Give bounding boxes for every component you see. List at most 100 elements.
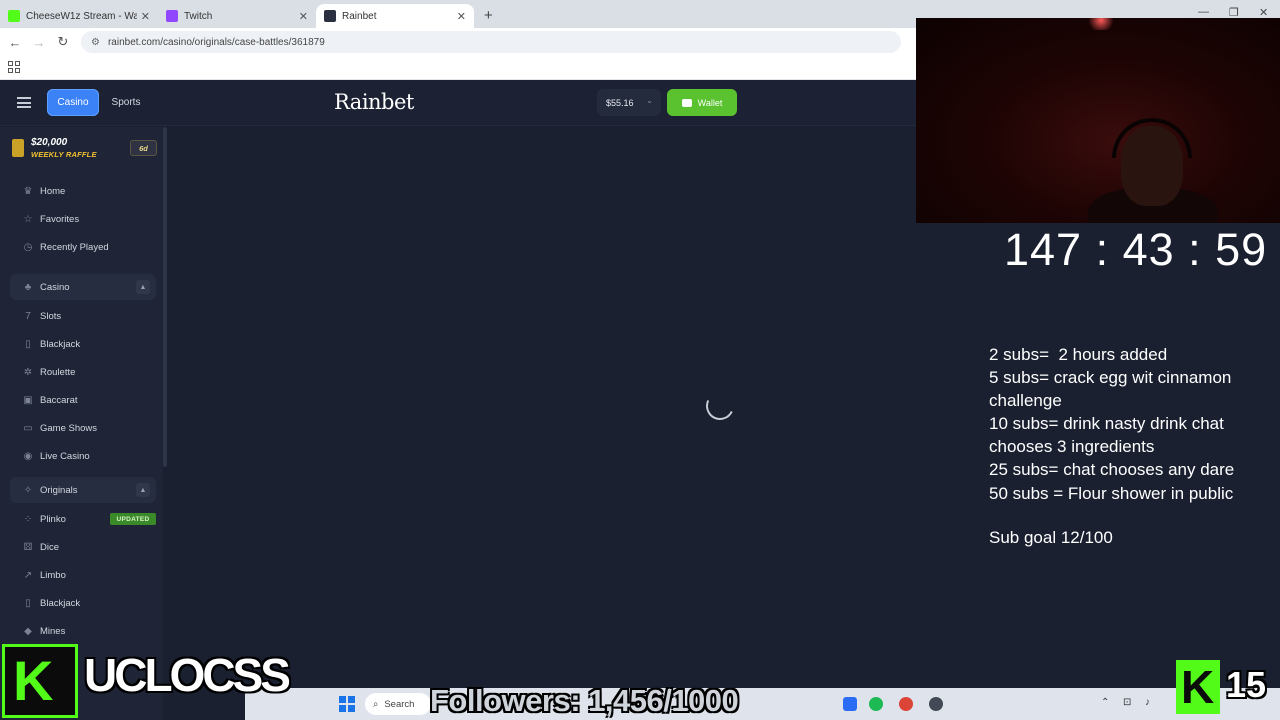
sidebar-item-dice[interactable]: ⚄ Dice <box>10 534 156 560</box>
taskbar-search-label: Search <box>384 698 415 710</box>
browser-tab-twitch[interactable]: Twitch ✕ <box>158 4 316 28</box>
wallet-label: Wallet <box>697 97 723 108</box>
tray-chevron-icon[interactable]: ⌃ <box>1101 697 1109 708</box>
updated-badge: UPDATED <box>110 513 156 525</box>
raffle-label: WEEKLY RAFFLE <box>31 150 97 159</box>
roulette-icon: ✲ <box>23 366 33 378</box>
mines-icon: ◆ <box>24 625 32 637</box>
chevron-up-icon[interactable]: ▲ <box>136 280 150 294</box>
webcam-feed <box>916 18 1280 223</box>
sidebar-item-roulette[interactable]: ✲ Roulette <box>10 359 156 385</box>
reload-icon[interactable]: ↻ <box>51 34 75 50</box>
raffle-days-left: 6d <box>130 140 157 156</box>
dice-icon: ⚄ <box>23 541 33 553</box>
rainbet-favicon <box>324 10 336 22</box>
sidebar-item-blackjack-original[interactable]: ▯ Blackjack <box>10 590 156 616</box>
baccarat-icon: ▣ <box>23 394 33 406</box>
sidebar-item-label: Plinko <box>40 513 66 525</box>
browser-tab-kick[interactable]: CheeseW1z Stream - Watch Liv ✕ <box>0 4 158 28</box>
originals-icon: ✧ <box>23 484 33 496</box>
sidebar-group-originals[interactable]: ✧ Originals ▲ <box>10 477 156 503</box>
sidebar-item-plinko[interactable]: ⁘ Plinko UPDATED <box>10 506 156 532</box>
app-icon[interactable] <box>929 697 943 711</box>
kick-viewer-count: 15 <box>1226 664 1267 705</box>
tab-title: Twitch <box>184 10 213 22</box>
minimize-icon[interactable]: — <box>1198 6 1209 18</box>
windows-taskbar: ⌕ Search ⌃ ⊡ ♪ <box>245 688 1280 720</box>
ticket-icon <box>12 139 24 157</box>
main-content <box>167 127 916 720</box>
sidebar-item-limbo[interactable]: ↗ Limbo <box>10 562 156 588</box>
close-icon[interactable]: ✕ <box>299 10 308 23</box>
back-icon[interactable]: ← <box>3 35 27 50</box>
url-text: rainbet.com/casino/originals/case-battle… <box>107 36 325 48</box>
sidebar-item-label: Live Casino <box>40 450 90 462</box>
live-icon: ◉ <box>23 450 33 462</box>
taskbar-search[interactable]: ⌕ Search <box>365 693 431 715</box>
apps-grid-icon[interactable] <box>8 61 20 73</box>
kick-logo-small: K <box>1176 660 1220 714</box>
sidebar-item-home[interactable]: ♛ Home <box>10 178 156 204</box>
menu-icon[interactable] <box>17 97 31 108</box>
wallet-button[interactable]: Wallet <box>667 89 737 116</box>
wallet-icon <box>681 98 692 107</box>
kick-k-icon: K <box>13 649 54 712</box>
sidebar-item-game-shows[interactable]: ▭ Game Shows <box>10 415 156 441</box>
limbo-icon: ↗ <box>23 569 33 581</box>
sidebar-item-label: Home <box>40 185 66 197</box>
close-icon[interactable]: ✕ <box>141 10 150 23</box>
browser-tab-rainbet[interactable]: Rainbet ✕ <box>316 4 474 28</box>
cards-icon: ▯ <box>25 597 31 609</box>
chevron-up-icon[interactable]: ▲ <box>136 483 150 497</box>
twitch-favicon <box>166 10 178 22</box>
star-icon: ☆ <box>23 213 33 225</box>
streamer-name: UCLOCSS <box>84 649 291 701</box>
spotify-icon[interactable] <box>869 697 883 711</box>
sidebar-item-recently-played[interactable]: ◷ Recently Played <box>10 234 156 260</box>
sidebar-item-label: Limbo <box>40 569 66 581</box>
rainbet-logo[interactable]: Rainbet <box>334 90 414 114</box>
sidebar-item-live-casino[interactable]: ◉ Live Casino <box>10 443 156 469</box>
tray-app-icon[interactable]: ⊡ <box>1123 697 1131 708</box>
tab-casino[interactable]: Casino <box>47 89 99 116</box>
tab-title: Rainbet <box>342 10 377 22</box>
chrome-icon[interactable] <box>899 697 913 711</box>
history-icon: ◷ <box>23 241 33 253</box>
sidebar-item-label: Roulette <box>40 366 76 378</box>
weekly-raffle-banner[interactable]: $20,000 WEEKLY RAFFLE 6d <box>12 137 157 161</box>
balance-selector[interactable]: $55.16 ⌄ <box>597 89 661 116</box>
sidebar-item-mines[interactable]: ◆ Mines <box>10 618 156 644</box>
close-icon[interactable]: ✕ <box>457 10 466 23</box>
sidebar-item-slots[interactable]: 7 Slots <box>10 303 156 329</box>
raffle-amount: $20,000 <box>31 137 68 148</box>
url-input[interactable]: ⚙ rainbet.com/casino/originals/case-batt… <box>81 31 901 53</box>
tv-icon: ▭ <box>23 422 33 434</box>
sidebar-item-label: Mines <box>40 625 66 637</box>
kick-logo: K <box>2 644 78 718</box>
kick-favicon <box>8 10 20 22</box>
sub-goal-counter: Sub goal 12/100 <box>989 528 1113 547</box>
subathon-timer: 147 : 43 : 59 <box>1004 224 1268 275</box>
sub-goals-list: 2 subs= 2 hours added 5 subs= crack egg … <box>989 345 1235 503</box>
windows-start-icon[interactable] <box>339 696 355 712</box>
sidebar-item-label: Dice <box>40 541 60 553</box>
sidebar-item-blackjack[interactable]: ▯ Blackjack <box>10 331 156 357</box>
cards-icon: ▯ <box>25 338 31 350</box>
sidebar-group-label: Originals <box>40 484 78 496</box>
sidebar-item-baccarat[interactable]: ▣ Baccarat <box>10 387 156 413</box>
tab-sports[interactable]: Sports <box>104 89 148 116</box>
sidebar-item-label: Blackjack <box>40 597 81 609</box>
crown-icon: ♛ <box>23 185 33 197</box>
sidebar-item-label: Blackjack <box>40 338 81 350</box>
sidebar-item-favorites[interactable]: ☆ Favorites <box>10 206 156 232</box>
sidebar-group-casino[interactable]: ♣ Casino ▲ <box>10 274 156 300</box>
forward-icon[interactable]: → <box>27 35 51 50</box>
sidebar-item-label: Recently Played <box>40 241 109 253</box>
balance-amount: $55.16 <box>606 97 634 108</box>
cherry-icon: ♣ <box>24 281 32 293</box>
tab-title: CheeseW1z Stream - Watch Liv <box>26 10 137 22</box>
steam-icon[interactable] <box>843 697 857 711</box>
new-tab-icon[interactable]: + <box>474 7 503 28</box>
microphone-icon[interactable]: ♪ <box>1145 697 1150 708</box>
site-info-icon[interactable]: ⚙ <box>91 37 100 48</box>
